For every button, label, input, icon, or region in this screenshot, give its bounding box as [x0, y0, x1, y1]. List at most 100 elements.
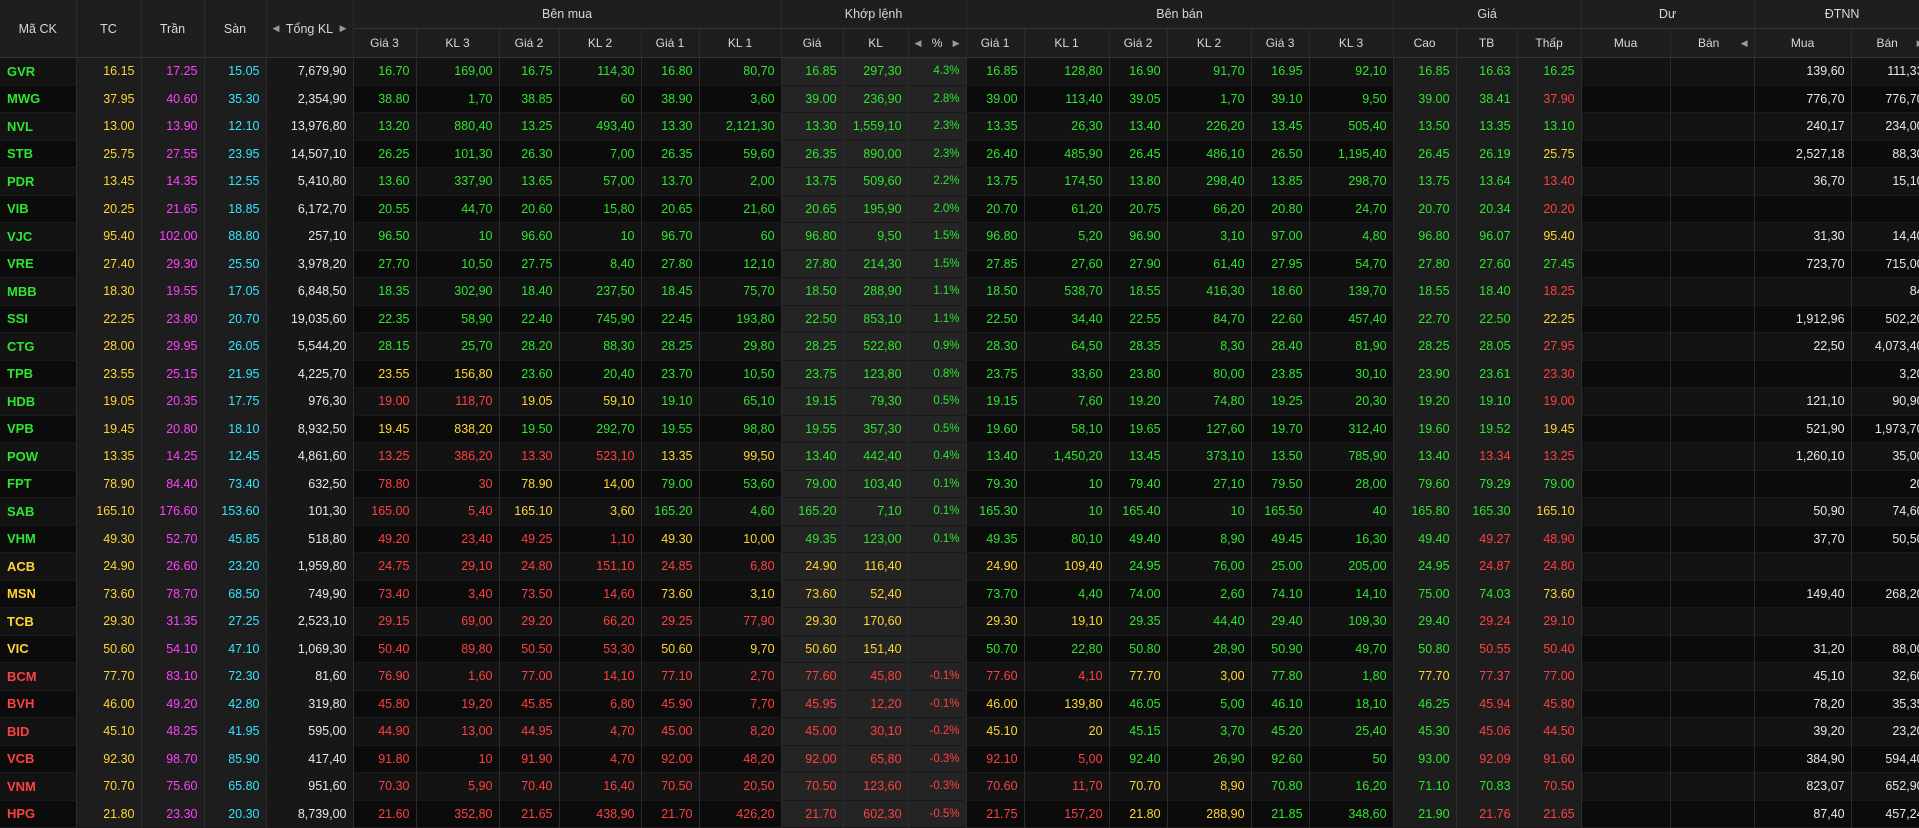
col-sell-kl2[interactable]: KL 2: [1167, 28, 1252, 58]
table-row[interactable]: HDB 19.05 20.35 17.75 976,30 19.00 118,70 19.05…: [0, 387, 1919, 415]
caret-left-icon[interactable]: ◀: [1741, 38, 1748, 49]
cell-sell-gia2: 16.90: [1109, 57, 1168, 85]
col-buy-gia2[interactable]: Giá 2: [499, 28, 560, 58]
cell-symbol[interactable]: MBB: [0, 277, 77, 305]
table-row[interactable]: VHM 49.30 52.70 45.85 518,80 49.20 23,40 49.25 1…: [0, 525, 1919, 553]
cell-match-gia: 92.00: [781, 745, 844, 773]
cell-buy-gia2: 24.80: [499, 552, 560, 580]
col-sell-kl3[interactable]: KL 3: [1309, 28, 1394, 58]
table-row[interactable]: MWG 37.95 40.60 35.30 2,354,90 38.80 1,70 38.85…: [0, 85, 1919, 113]
cell-symbol[interactable]: SAB: [0, 497, 77, 525]
cell-symbol[interactable]: BVH: [0, 690, 77, 718]
caret-left-icon[interactable]: ◀: [915, 38, 922, 49]
col-buy-kl3[interactable]: KL 3: [416, 28, 500, 58]
table-row[interactable]: VIB 20.25 21.65 18.85 6,172,70 20.55 44,70 20.6…: [0, 195, 1919, 223]
cell-cao: 71.10: [1393, 772, 1457, 800]
cell-symbol[interactable]: HDB: [0, 387, 77, 415]
cell-buy-kl1: 2,121,30: [699, 112, 782, 140]
table-row[interactable]: SAB 165.10 176.60 153.60 101,30 165.00 5,40 165…: [0, 497, 1919, 525]
group-du: Dư: [1581, 0, 1755, 29]
table-row[interactable]: TPB 23.55 25.15 21.95 4,225,70 23.55 156,80 23.…: [0, 360, 1919, 388]
cell-symbol[interactable]: VHM: [0, 525, 77, 553]
cell-symbol[interactable]: STB: [0, 140, 77, 168]
col-cao[interactable]: Cao: [1393, 28, 1457, 58]
col-du-ban[interactable]: Bán ◀: [1670, 28, 1755, 58]
col-du-mua[interactable]: Mua: [1581, 28, 1671, 58]
cell-symbol[interactable]: NVL: [0, 112, 77, 140]
table-row[interactable]: MSN 73.60 78.70 68.50 749,90 73.40 3,40 73.50 14…: [0, 580, 1919, 608]
cell-symbol[interactable]: PDR: [0, 167, 77, 195]
table-row[interactable]: ACB 24.90 26.60 23.20 1,959,80 24.75 29,10 24.8…: [0, 552, 1919, 580]
cell-symbol[interactable]: BCM: [0, 662, 77, 690]
col-san[interactable]: Sàn: [204, 0, 267, 58]
cell-symbol[interactable]: VNM: [0, 772, 77, 800]
table-row[interactable]: NVL 13.00 13.90 12.10 13,976,80 13.20 880,40 13…: [0, 112, 1919, 140]
table-row[interactable]: VCB 92.30 98.70 85.90 417,40 91.80 10 91.90 4,70…: [0, 745, 1919, 773]
col-tb[interactable]: TB: [1456, 28, 1518, 58]
cell-buy-gia1: 79.00: [641, 470, 700, 498]
cell-symbol[interactable]: VIC: [0, 635, 77, 663]
table-row[interactable]: VNM 70.70 75.60 65.80 951,60 70.30 5,90 70.40 16…: [0, 772, 1919, 800]
table-row[interactable]: HPG 21.80 23.30 20.30 8,739,00 21.60 352,80 21.…: [0, 800, 1919, 828]
table-row[interactable]: BVH 46.00 49.20 42.80 319,80 45.80 19,20 45.85 6…: [0, 690, 1919, 718]
cell-symbol[interactable]: BID: [0, 717, 77, 745]
table-row[interactable]: SSI 22.25 23.80 20.70 19,035,60 22.35 58,90 22.…: [0, 305, 1919, 333]
cell-symbol[interactable]: ACB: [0, 552, 77, 580]
col-sell-kl1[interactable]: KL 1: [1024, 28, 1110, 58]
col-thap[interactable]: Thấp: [1517, 28, 1582, 58]
table-row[interactable]: VRE 27.40 29.30 25.50 3,978,20 27.70 10,50 27.7…: [0, 250, 1919, 278]
cell-san: 12.45: [204, 442, 267, 470]
col-match-pct[interactable]: ◀% ▶: [908, 28, 967, 58]
col-match-gia[interactable]: Giá: [781, 28, 844, 58]
cell-symbol[interactable]: FPT: [0, 470, 77, 498]
col-tc[interactable]: TC: [76, 0, 142, 58]
cell-symbol[interactable]: VIB: [0, 195, 77, 223]
cell-symbol[interactable]: VJC: [0, 222, 77, 250]
table-row[interactable]: POW 13.35 14.25 12.45 4,861,60 13.25 386,20 13.…: [0, 442, 1919, 470]
table-row[interactable]: VJC 95.40 102.00 88.80 257,10 96.50 10 96.60 10 9…: [0, 222, 1919, 250]
cell-tc: 20.25: [76, 195, 142, 223]
table-row[interactable]: TCB 29.30 31.35 27.25 2,523,10 29.15 69,00 29.2…: [0, 607, 1919, 635]
col-buy-kl2[interactable]: KL 2: [559, 28, 642, 58]
cell-symbol[interactable]: HPG: [0, 800, 77, 828]
col-buy-gia3[interactable]: Giá 3: [353, 28, 417, 58]
col-sell-gia2[interactable]: Giá 2: [1109, 28, 1168, 58]
caret-left-icon[interactable]: ◀: [273, 23, 280, 34]
table-row[interactable]: MBB 18.30 19.55 17.05 6,848,50 18.35 302,90 18.…: [0, 277, 1919, 305]
cell-symbol[interactable]: TCB: [0, 607, 77, 635]
cell-symbol[interactable]: VRE: [0, 250, 77, 278]
col-nn-ban[interactable]: Bán▶: [1851, 28, 1919, 58]
col-buy-kl1[interactable]: KL 1: [699, 28, 782, 58]
cell-sell-gia2: 77.70: [1109, 662, 1168, 690]
col-sell-gia1[interactable]: Giá 1: [966, 28, 1025, 58]
caret-right-icon[interactable]: ▶: [340, 23, 347, 34]
col-tran[interactable]: Trần: [141, 0, 205, 58]
cell-symbol[interactable]: VCB: [0, 745, 77, 773]
col-sell-gia3[interactable]: Giá 3: [1251, 28, 1310, 58]
cell-symbol[interactable]: CTG: [0, 332, 77, 360]
col-tong-kl[interactable]: ◀ Tổng KL ▶: [266, 0, 354, 58]
cell-symbol[interactable]: POW: [0, 442, 77, 470]
cell-buy-gia3: 28.15: [353, 332, 417, 360]
cell-symbol[interactable]: TPB: [0, 360, 77, 388]
cell-symbol[interactable]: MSN: [0, 580, 77, 608]
table-row[interactable]: VIC 50.60 54.10 47.10 1,069,30 50.40 89,80 50.5…: [0, 635, 1919, 663]
table-row[interactable]: FPT 78.90 84.40 73.40 632,50 78.80 30 78.90 14,0…: [0, 470, 1919, 498]
table-row[interactable]: BID 45.10 48.25 41.95 595,00 44.90 13,00 44.95 4…: [0, 717, 1919, 745]
cell-symbol[interactable]: SSI: [0, 305, 77, 333]
cell-symbol[interactable]: GVR: [0, 57, 77, 85]
table-row[interactable]: STB 25.75 27.55 23.95 14,507,10 26.25 101,30 26…: [0, 140, 1919, 168]
cell-sell-kl2: 28,90: [1167, 635, 1252, 663]
table-row[interactable]: VPB 19.45 20.80 18.10 8,932,50 19.45 838,20 19.…: [0, 415, 1919, 443]
caret-right-icon[interactable]: ▶: [953, 38, 960, 49]
col-nn-mua[interactable]: Mua: [1754, 28, 1852, 58]
col-ma-ck[interactable]: Mã CK: [0, 0, 77, 58]
table-row[interactable]: BCM 77.70 83.10 72.30 81,60 76.90 1,60 77.00 14,…: [0, 662, 1919, 690]
col-buy-gia1[interactable]: Giá 1: [641, 28, 700, 58]
table-row[interactable]: PDR 13.45 14.35 12.55 5,410,80 13.60 337,90 13.…: [0, 167, 1919, 195]
table-row[interactable]: CTG 28.00 29.95 26.05 5,544,20 28.15 25,70 28.2…: [0, 332, 1919, 360]
cell-symbol[interactable]: VPB: [0, 415, 77, 443]
table-row[interactable]: GVR 16.15 17.25 15.05 7,679,90 16.70 169,00 16.…: [0, 57, 1919, 85]
col-match-kl[interactable]: KL: [843, 28, 909, 58]
cell-symbol[interactable]: MWG: [0, 85, 77, 113]
